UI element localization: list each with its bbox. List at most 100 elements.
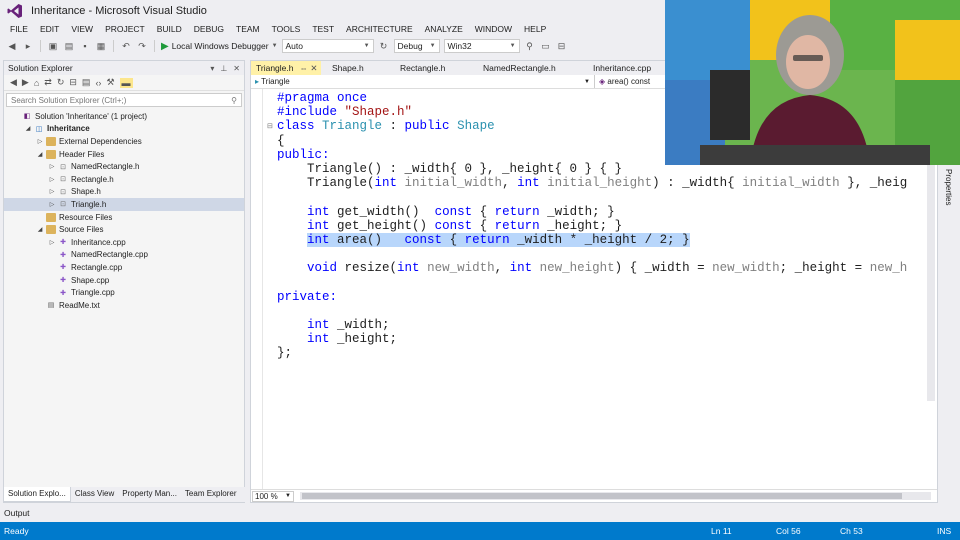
save-icon[interactable]: ▪	[79, 40, 91, 52]
code-line[interactable]: int get_width() const { return _width; }	[277, 205, 907, 219]
code-line[interactable]: int get_height() const { return _height;…	[277, 219, 907, 233]
solution-search-input[interactable]: Search Solution Explorer (Ctrl+;) ⚲	[6, 93, 242, 107]
document-tab[interactable]: Inheritance.cpp	[588, 61, 668, 75]
code-line[interactable]	[277, 304, 907, 318]
solution-config-combo[interactable]: Auto ▼	[281, 39, 374, 53]
sync-icon[interactable]: ⇄	[44, 77, 52, 88]
menu-project[interactable]: PROJECT	[99, 24, 151, 34]
tree-item[interactable]: ▷ ✚ Inheritance.cpp	[4, 236, 244, 249]
code-line[interactable]: int _width;	[277, 318, 907, 332]
code-line[interactable]: };	[277, 346, 907, 360]
menu-file[interactable]: FILE	[4, 24, 34, 34]
forward-icon[interactable]: ▶	[22, 77, 29, 88]
dropdown-icon[interactable]: ▾	[210, 64, 214, 73]
menu-edit[interactable]: EDIT	[34, 24, 65, 34]
tree-item[interactable]: ▷ External Dependencies	[4, 135, 244, 148]
tree-item[interactable]: ◢ Header Files	[4, 148, 244, 161]
scope-combo[interactable]: ▸ Triangle ▼	[251, 75, 595, 88]
new-project-icon[interactable]: ▣	[47, 40, 59, 52]
menu-window[interactable]: WINDOW	[469, 24, 518, 34]
code-line[interactable]: void resize(int new_width, int new_heigh…	[277, 261, 907, 275]
collapse-icon[interactable]: ⊟	[267, 122, 273, 130]
expand-arrow-icon[interactable]: ◢	[24, 125, 32, 132]
show-files-icon[interactable]: ▤	[82, 77, 91, 88]
tree-item[interactable]: ◢ Source Files	[4, 223, 244, 236]
home-icon[interactable]: ⌂	[34, 78, 39, 88]
collapse-arrow-icon[interactable]: ▷	[36, 138, 44, 145]
bookmark-icon[interactable]: ⊟	[556, 40, 568, 52]
code-line[interactable]: int area() const { return _width * _heig…	[277, 232, 907, 247]
back-icon[interactable]: ◀	[6, 40, 18, 52]
tree-item[interactable]: ▷ ⊡ NamedRectangle.h	[4, 160, 244, 173]
menu-help[interactable]: HELP	[518, 24, 552, 34]
collapse-arrow-icon[interactable]: ▷	[48, 176, 56, 183]
collapse-arrow-icon[interactable]: ▷	[48, 163, 56, 170]
horizontal-scrollbar[interactable]	[300, 492, 931, 500]
tool-tab[interactable]: Class View	[71, 487, 118, 502]
collapse-all-icon[interactable]: ⊟	[69, 77, 77, 88]
tree-item[interactable]: ▷ ⊡ Triangle.h	[4, 198, 244, 211]
menu-build[interactable]: BUILD	[151, 24, 188, 34]
back-icon[interactable]: ◀	[10, 77, 17, 88]
view-code-icon[interactable]: ‹›	[95, 78, 101, 88]
code-line[interactable]	[277, 275, 907, 289]
collapse-arrow-icon[interactable]: ▷	[48, 201, 56, 208]
code-line[interactable]	[277, 247, 907, 261]
tree-item[interactable]: ▷ ⊡ Rectangle.h	[4, 173, 244, 186]
expand-arrow-icon[interactable]: ◢	[36, 151, 44, 158]
tree-item[interactable]: ✚ NamedRectangle.cpp	[4, 249, 244, 262]
tree-item[interactable]: ◧ Solution 'Inheritance' (1 project)	[4, 110, 244, 123]
code-line[interactable]: Triangle(int initial_width, int initial_…	[277, 176, 907, 190]
code-line[interactable]: private:	[277, 290, 907, 304]
close-icon[interactable]: ✕	[233, 64, 240, 73]
code-line[interactable]: int _height;	[277, 332, 907, 346]
tree-item[interactable]: Resource Files	[4, 211, 244, 224]
zoom-combo[interactable]: 100 % ▼	[252, 490, 294, 502]
platform-combo[interactable]: Win32 ▼	[443, 39, 520, 53]
find-icon[interactable]: ⚲	[524, 40, 536, 52]
tree-item[interactable]: ✚ Rectangle.cpp	[4, 261, 244, 274]
forward-icon[interactable]: ▸	[22, 40, 34, 52]
properties-tool-strip[interactable]: Properties	[940, 165, 960, 503]
start-debugging-button[interactable]: ▶ Local Windows Debugger ▼	[161, 41, 278, 52]
refresh-icon[interactable]: ↻	[378, 40, 390, 52]
tree-item[interactable]: ◢ ◫ Inheritance	[4, 123, 244, 136]
undo-icon[interactable]: ↶	[120, 40, 132, 52]
expand-arrow-icon[interactable]: ◢	[36, 226, 44, 233]
menu-debug[interactable]: DEBUG	[188, 24, 230, 34]
close-icon[interactable]: ✕	[310, 63, 317, 73]
tree-item[interactable]: ✚ Triangle.cpp	[4, 286, 244, 299]
menu-view[interactable]: VIEW	[65, 24, 99, 34]
menu-team[interactable]: TEAM	[230, 24, 266, 34]
properties-tab-label[interactable]: Properties	[944, 169, 953, 205]
refresh-icon[interactable]: ↻	[57, 77, 65, 88]
code-line[interactable]	[277, 190, 907, 204]
menu-test[interactable]: TEST	[306, 24, 340, 34]
menu-analyze[interactable]: ANALYZE	[419, 24, 469, 34]
output-tab[interactable]: Output	[0, 504, 960, 522]
document-tab[interactable]: Triangle.h ⇔ ✕	[251, 61, 321, 75]
preview-icon[interactable]: ▬	[119, 77, 133, 88]
open-file-icon[interactable]: ▤	[63, 40, 75, 52]
document-tab[interactable]: NamedRectangle.h	[478, 61, 582, 75]
tool-tab[interactable]: Team Explorer	[181, 487, 241, 502]
redo-icon[interactable]: ↷	[136, 40, 148, 52]
menu-architecture[interactable]: ARCHITECTURE	[340, 24, 419, 34]
pin-icon[interactable]: ⇔	[299, 63, 308, 73]
build-config-combo[interactable]: Debug ▼	[393, 39, 440, 53]
collapse-arrow-icon[interactable]: ▷	[48, 188, 56, 195]
save-all-icon[interactable]: ▦	[95, 40, 107, 52]
comment-icon[interactable]: ▭	[540, 40, 552, 52]
document-tab[interactable]: Shape.h	[327, 61, 389, 75]
properties-icon[interactable]: ⚒	[106, 77, 114, 88]
pin-icon[interactable]: ⊥	[220, 64, 227, 73]
tool-tab[interactable]: Solution Explo...	[3, 487, 71, 502]
tree-item[interactable]: ✚ Shape.cpp	[4, 274, 244, 287]
tree-item[interactable]: ▤ ReadMe.txt	[4, 299, 244, 312]
tree-item[interactable]: ▷ ⊡ Shape.h	[4, 186, 244, 199]
menu-tools[interactable]: TOOLS	[266, 24, 307, 34]
collapse-arrow-icon[interactable]: ▷	[48, 239, 56, 246]
document-tab[interactable]: Rectangle.h	[395, 61, 472, 75]
tool-tab[interactable]: Property Man...	[118, 487, 181, 502]
scrollbar-thumb[interactable]	[302, 493, 902, 499]
